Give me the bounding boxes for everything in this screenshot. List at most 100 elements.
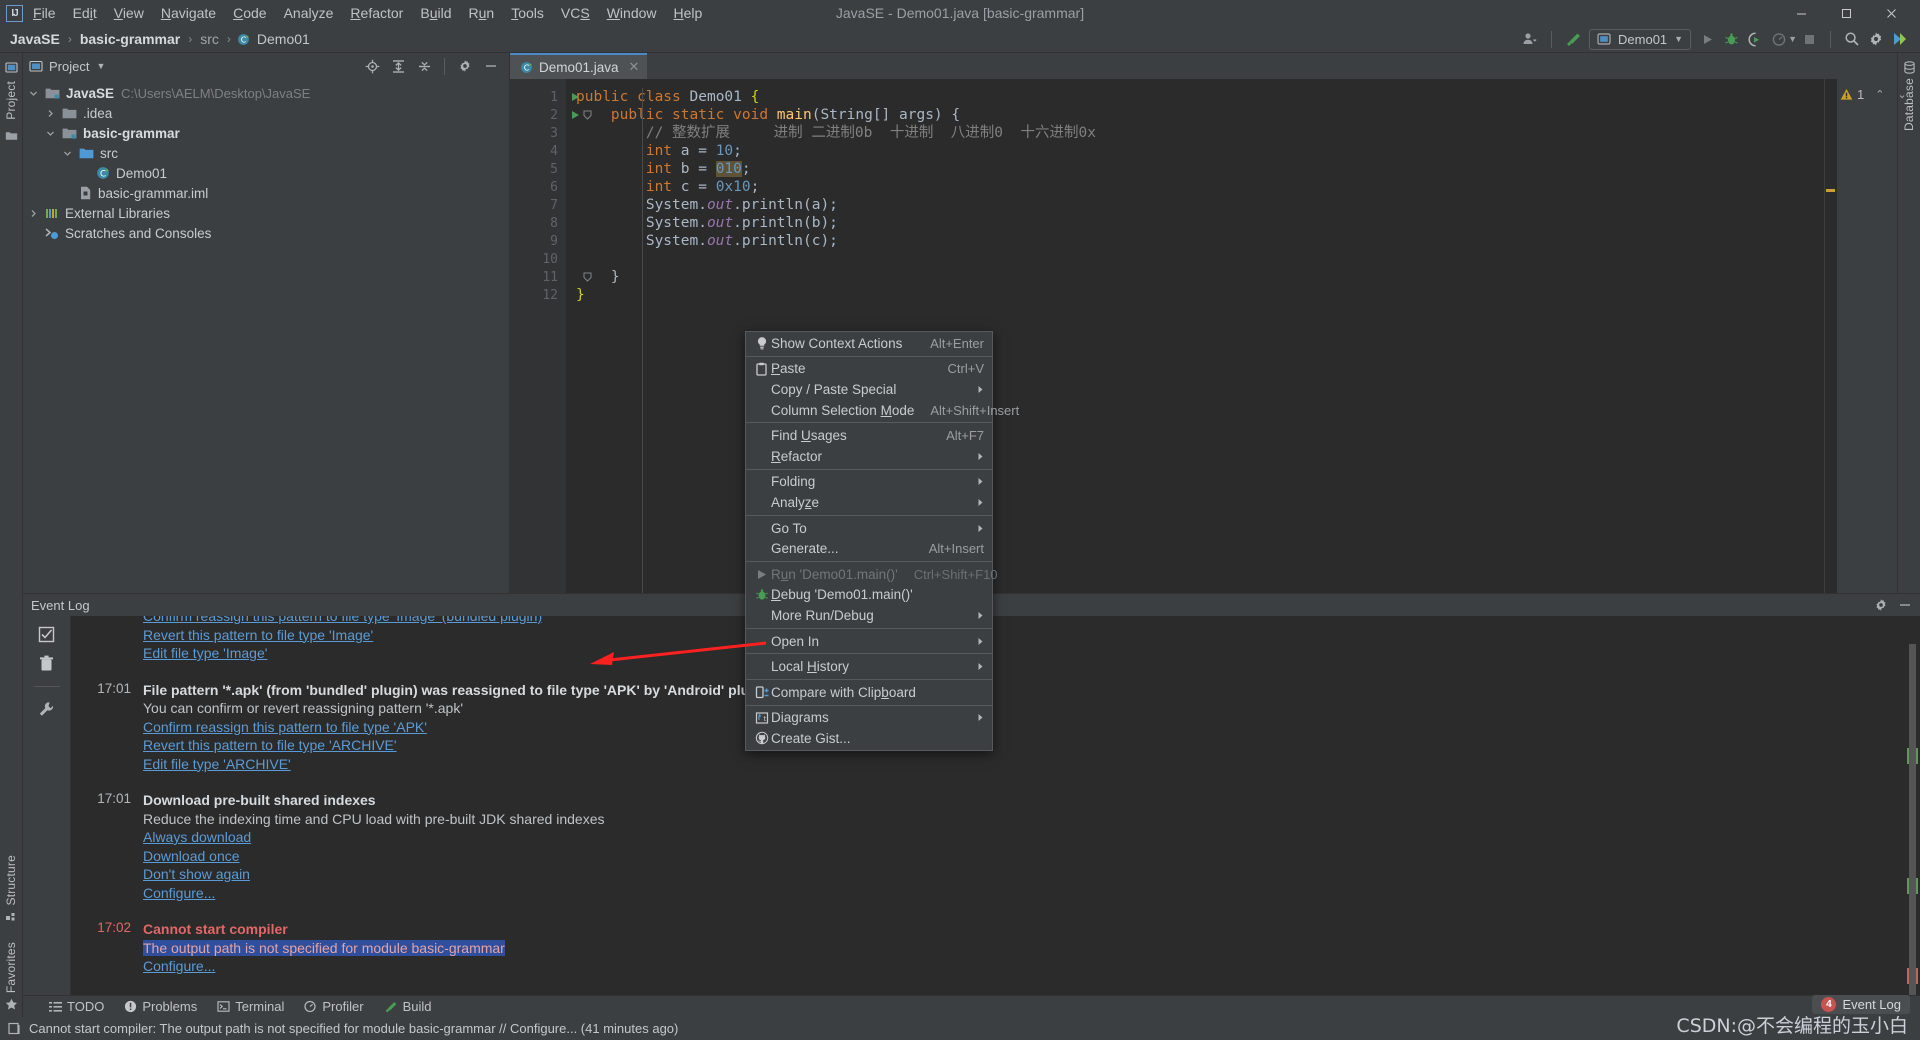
chevron-down-icon[interactable]: ▼ — [96, 61, 105, 71]
event-log-link[interactable]: Confirm reassign this pattern to file ty… — [143, 719, 427, 735]
event-log-scrollbar[interactable] — [1909, 644, 1916, 995]
context-menu-item-local-history[interactable]: Local History — [746, 656, 992, 677]
build-hammer-icon[interactable] — [1561, 28, 1585, 50]
tree-node-javase[interactable]: JavaSE C:\Users\AELM\Desktop\JavaSE — [23, 83, 509, 103]
gutter-line-5[interactable]: 5 — [510, 160, 566, 178]
sidebar-item-database[interactable]: Database — [1902, 78, 1916, 131]
bottom-tab-todo[interactable]: TODO — [49, 999, 104, 1014]
menu-item-navigate[interactable]: Navigate — [161, 5, 216, 21]
tree-node-external-libraries[interactable]: External Libraries — [23, 203, 509, 223]
event-log-line[interactable]: Download once — [143, 847, 1920, 866]
context-menu-item-refactor[interactable]: Refactor — [746, 446, 992, 467]
sidebar-item-project[interactable]: Project — [4, 81, 18, 120]
profiler-dropdown-icon[interactable]: ▼ — [1788, 34, 1797, 44]
menu-item-view[interactable]: View — [114, 5, 144, 21]
collapse-all-icon[interactable] — [412, 55, 436, 77]
event-log-link[interactable]: Configure... — [143, 885, 215, 901]
stop-button[interactable] — [1797, 28, 1821, 50]
code-editor[interactable]: 1 2 3 4 5 6 7 8 9 10 11 12 public class Demo01 { pu… — [510, 79, 1907, 593]
updates-icon[interactable] — [1888, 28, 1912, 50]
code-line-1[interactable]: public class Demo01 { — [566, 88, 1824, 106]
menu-item-refactor[interactable]: Refactor — [350, 5, 403, 21]
sidebar-item-favorites[interactable]: Favorites — [4, 942, 18, 993]
menu-item-tools[interactable]: Tools — [511, 5, 544, 21]
event-log-line[interactable]: Configure... — [143, 884, 1920, 903]
user-account-icon[interactable] — [1518, 28, 1542, 50]
context-menu-item-open-in[interactable]: Open In — [746, 631, 992, 652]
status-message[interactable]: Cannot start compiler: The output path i… — [29, 1021, 678, 1036]
menu-item-help[interactable]: Help — [674, 5, 703, 21]
event-log-line[interactable]: Configure... — [143, 957, 1920, 976]
gutter-line-9[interactable]: 9 — [510, 232, 566, 250]
menu-item-run[interactable]: Run — [469, 5, 495, 21]
code-line-3[interactable]: // 整数扩展 进制 二进制0b 十进制 八进制0 十六进制0x — [566, 124, 1824, 142]
event-log-line[interactable]: Revert this pattern to file type 'Image' — [143, 626, 1920, 645]
event-log-link[interactable]: Download once — [143, 848, 240, 864]
code-line-11[interactable]: } — [566, 268, 1824, 286]
gutter-line-8[interactable]: 8 — [510, 214, 566, 232]
event-log-line[interactable]: Always download — [143, 828, 1920, 847]
code-line-12[interactable]: } — [566, 286, 1824, 304]
tree-node-src[interactable]: src — [23, 143, 509, 163]
gutter-line-2[interactable]: 2 — [510, 106, 592, 124]
context-menu-item-debug-demo01-main[interactable]: Debug 'Demo01.main()' — [746, 585, 992, 606]
editor-tab-demo01[interactable]: C Demo01.java ✕ — [510, 53, 648, 79]
menu-item-edit[interactable]: Edit — [73, 5, 97, 21]
gutter-line-10[interactable]: 10 — [510, 250, 566, 268]
code-line-8[interactable]: System.out.println(b); — [566, 214, 1824, 232]
chevron-right-icon[interactable] — [46, 109, 62, 118]
context-menu-item-column-selection-mode[interactable]: Column Selection Mode Alt+Shift+Insert — [746, 400, 1019, 421]
tree-node-basic-grammar[interactable]: basic-grammar — [23, 123, 509, 143]
event-log-content[interactable]: Confirm reassign this pattern to file ty… — [70, 616, 1920, 995]
context-menu-item-create-gist[interactable]: Create Gist... — [746, 728, 992, 749]
chevron-down-icon[interactable] — [46, 129, 62, 138]
context-menu-item-paste[interactable]: Paste Ctrl+V — [746, 359, 992, 380]
event-log-link[interactable]: Confirm reassign this pattern to file ty… — [143, 616, 542, 624]
hide-panel-icon[interactable] — [1898, 598, 1912, 612]
editor-marker-bar[interactable] — [1824, 79, 1837, 593]
gutter-line-11[interactable]: 11 — [510, 268, 592, 286]
code-line-10[interactable] — [566, 250, 1824, 268]
event-log-link[interactable]: Configure... — [143, 958, 215, 974]
event-log-line[interactable]: Confirm reassign this pattern to file ty… — [143, 616, 1920, 626]
settings-wrench-icon[interactable] — [38, 701, 55, 718]
gutter-line-4[interactable]: 4 — [510, 142, 566, 160]
close-button[interactable] — [1869, 0, 1914, 26]
event-log-status-button[interactable]: 4 Event Log — [1812, 995, 1910, 1014]
sidebar-item-structure[interactable]: Structure — [4, 855, 18, 906]
context-menu-item-compare-with-clipboard[interactable]: Compare with Clipboard — [746, 682, 992, 703]
menu-item-code[interactable]: Code — [233, 5, 266, 21]
menu-item-analyze[interactable]: Analyze — [284, 5, 334, 21]
debug-button[interactable] — [1719, 28, 1743, 50]
breadcrumb-item-javase[interactable]: JavaSE — [8, 31, 62, 47]
event-log-line[interactable]: Revert this pattern to file type 'ARCHIV… — [143, 736, 1920, 755]
tree-node-basic-grammar-iml[interactable]: basic-grammar.iml — [23, 183, 509, 203]
run-configuration-selector[interactable]: Demo01 ▼ — [1589, 28, 1692, 50]
breadcrumb-item-basic-grammar[interactable]: basic-grammar — [78, 31, 182, 47]
menu-item-vcs[interactable]: VCS — [561, 5, 590, 21]
warning-marker[interactable] — [1826, 189, 1835, 192]
context-menu-item-analyze[interactable]: Analyze — [746, 492, 992, 513]
bottom-tab-profiler[interactable]: Profiler — [304, 999, 364, 1014]
run-button[interactable] — [1695, 28, 1719, 50]
context-menu-item-generate[interactable]: Generate... Alt+Insert — [746, 538, 992, 559]
settings-gear-icon[interactable] — [1864, 28, 1888, 50]
context-menu-item-folding[interactable]: Folding — [746, 472, 992, 493]
run-with-coverage-button[interactable] — [1743, 28, 1767, 50]
settings-gear-icon[interactable] — [1874, 598, 1888, 612]
event-log-link[interactable]: Always download — [143, 829, 251, 845]
code-line-7[interactable]: System.out.println(a); — [566, 196, 1824, 214]
context-menu-item-find-usages[interactable]: Find Usages Alt+F7 — [746, 425, 992, 446]
project-tree[interactable]: JavaSE C:\Users\AELM\Desktop\JavaSE .idea b… — [23, 79, 509, 593]
tree-node--idea[interactable]: .idea — [23, 103, 509, 123]
prev-problem-icon[interactable]: ⌃ — [1875, 88, 1884, 101]
bottom-tab-build[interactable]: Build — [384, 999, 431, 1014]
context-menu-item-show-context-actions[interactable]: Show Context Actions Alt+Enter — [746, 333, 992, 354]
menu-item-file[interactable]: File — [33, 5, 56, 21]
menu-item-build[interactable]: Build — [420, 5, 451, 21]
code-line-5[interactable]: int b = 010; — [566, 160, 1824, 178]
tree-node-scratches-and-consoles[interactable]: Scratches and Consoles — [23, 223, 509, 243]
breadcrumb-item-demo01[interactable]: Demo01 — [255, 31, 312, 47]
bottom-tab-problems[interactable]: Problems — [124, 999, 197, 1014]
event-log-link[interactable]: Edit file type 'ARCHIVE' — [143, 756, 291, 772]
